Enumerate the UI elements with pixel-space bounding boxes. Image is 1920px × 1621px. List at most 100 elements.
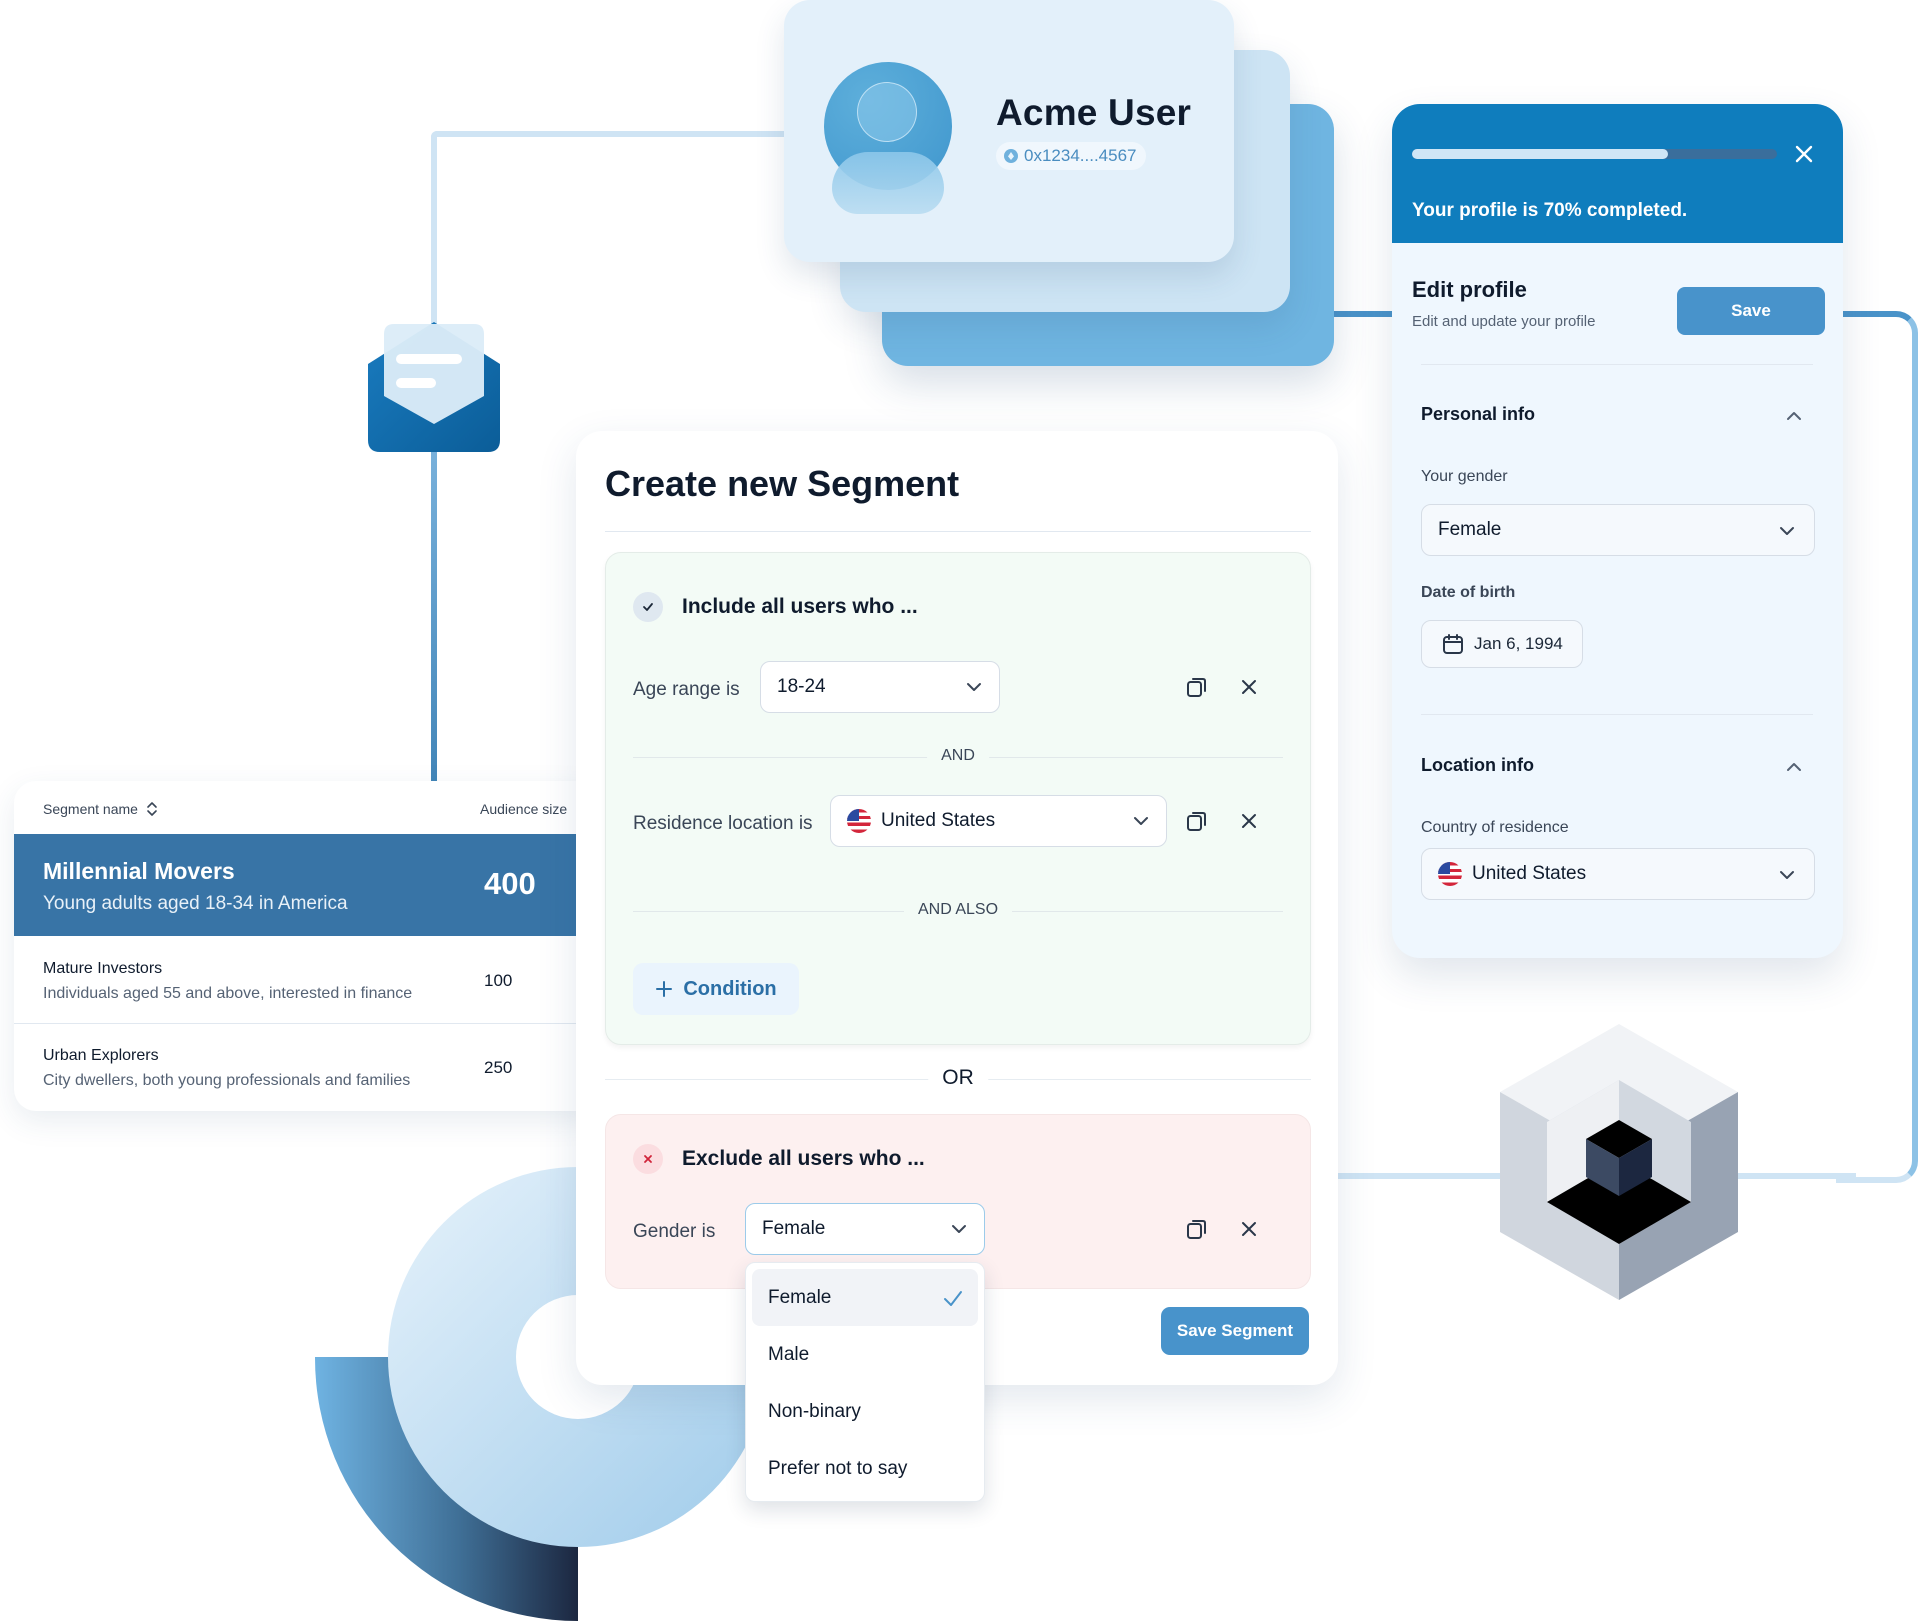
chevron-down-icon	[1780, 527, 1794, 535]
chevron-down-icon	[1134, 817, 1148, 825]
chevron-down-icon	[1780, 871, 1794, 879]
gender-condition-value: Female	[762, 1218, 826, 1239]
location-info-title: Location info	[1421, 755, 1534, 775]
dob-value: Jan 6, 1994	[1474, 634, 1563, 653]
segment-name: Millennial Movers	[43, 858, 235, 884]
segments-table: Segment name Audience size Millennial Mo…	[14, 781, 594, 1111]
user-avatar-icon	[824, 62, 952, 214]
add-condition-button[interactable]: Condition	[633, 963, 799, 1015]
segment-size: 250	[484, 1058, 513, 1077]
or-separator: OR	[605, 1066, 1311, 1090]
save-segment-button[interactable]: Save Segment	[1161, 1307, 1309, 1355]
divider	[1421, 364, 1813, 365]
user-card[interactable]: Acme User 0x1234....4567	[784, 0, 1234, 262]
connector-line	[431, 131, 791, 137]
profile-progress-fill	[1412, 149, 1668, 159]
country-value: United States	[1472, 863, 1587, 884]
condition-label: Residence location is	[633, 813, 813, 834]
segment-description: Individuals aged 55 and above, intereste…	[43, 985, 413, 1002]
chevron-down-icon	[967, 683, 981, 691]
user-name: Acme User	[996, 92, 1192, 133]
column-header-segment-name[interactable]: Segment name	[43, 801, 158, 817]
segment-description: City dwellers, both young professionals …	[43, 1072, 411, 1089]
profile-progress-header: Your profile is 70% completed.	[1392, 104, 1843, 243]
calendar-icon	[1443, 634, 1463, 654]
gender-value: Female	[1438, 519, 1502, 540]
table-row[interactable]: Mature Investors Individuals aged 55 and…	[14, 936, 594, 1022]
connector-line	[1836, 311, 1918, 1183]
dob-label: Date of birth	[1421, 584, 1516, 601]
save-profile-button[interactable]: Save	[1677, 287, 1825, 335]
and-also-separator: AND ALSO	[633, 901, 1283, 919]
add-condition-label: Condition	[683, 977, 777, 1000]
divider	[1421, 714, 1813, 715]
age-range-value: 18-24	[777, 676, 826, 697]
dropdown-option[interactable]: Non-binary	[752, 1383, 978, 1440]
segment-name: Mature Investors	[43, 960, 163, 977]
country-label: Country of residence	[1421, 819, 1569, 836]
residence-location-value: United States	[881, 810, 996, 831]
option-label: Male	[768, 1343, 810, 1365]
and-label: AND	[927, 747, 989, 765]
option-label: Female	[768, 1286, 832, 1308]
column-header-audience-size[interactable]: Audience size	[480, 801, 567, 817]
include-group: Include all users who ... Age range is 1…	[605, 552, 1311, 1045]
connector-line	[1330, 311, 1400, 317]
edit-profile-title: Edit profile	[1412, 277, 1527, 302]
duplicate-icon[interactable]	[1184, 808, 1210, 834]
remove-condition-icon[interactable]	[1236, 674, 1262, 700]
date-of-birth-picker[interactable]: Jan 6, 1994	[1421, 620, 1583, 668]
wallet-address-badge[interactable]: 0x1234....4567	[996, 142, 1147, 170]
residence-location-select[interactable]: United States	[830, 795, 1167, 847]
isometric-cube-graphic	[1500, 1024, 1738, 1300]
open-envelope-icon	[368, 322, 500, 452]
us-flag-icon	[847, 809, 871, 833]
create-segment-card: Create new Segment Include all users who…	[576, 431, 1338, 1385]
segment-size: 400	[484, 866, 536, 901]
condition-label: Age range is	[633, 679, 740, 700]
exclude-x-icon	[633, 1144, 663, 1174]
profile-progress-bar	[1412, 149, 1777, 159]
include-group-title: Include all users who ...	[682, 595, 918, 618]
connector-line	[431, 131, 437, 831]
dropdown-option[interactable]: Prefer not to say	[752, 1440, 978, 1497]
country-select[interactable]: United States	[1421, 848, 1815, 900]
wallet-address: 0x1234....4567	[1024, 146, 1137, 165]
close-icon[interactable]	[1790, 140, 1818, 168]
checkmark-icon	[944, 1291, 962, 1306]
sort-icon	[147, 802, 157, 816]
chevron-up-icon[interactable]	[1784, 757, 1804, 777]
ethereum-icon	[1004, 149, 1018, 163]
gender-dropdown-menu: Female Male Non-binary Prefer not to say	[745, 1262, 985, 1502]
segment-description: Young adults aged 18-34 in America	[43, 893, 348, 914]
segment-name: Urban Explorers	[43, 1047, 159, 1064]
column-header-label: Segment name	[43, 801, 138, 817]
column-header-label: Audience size	[480, 801, 568, 817]
table-row[interactable]: Urban Explorers City dwellers, both youn…	[14, 1023, 594, 1109]
edit-profile-subtitle: Edit and update your profile	[1412, 313, 1596, 330]
age-range-select[interactable]: 18-24	[760, 661, 1000, 713]
table-row-selected[interactable]: Millennial Movers Young adults aged 18-3…	[14, 834, 594, 936]
chevron-up-icon[interactable]	[1784, 406, 1804, 426]
us-flag-icon	[1438, 862, 1462, 886]
dropdown-option[interactable]: Male	[752, 1326, 978, 1383]
gender-select[interactable]: Female	[1421, 504, 1815, 556]
plus-icon	[656, 981, 673, 997]
create-segment-title: Create new Segment	[605, 463, 960, 504]
gender-label: Your gender	[1421, 468, 1508, 485]
or-label: OR	[928, 1066, 988, 1090]
personal-info-title: Personal info	[1421, 404, 1536, 424]
dropdown-option[interactable]: Female	[752, 1269, 978, 1326]
gender-condition-select[interactable]: Female	[745, 1203, 985, 1255]
check-icon	[633, 592, 663, 622]
remove-condition-icon[interactable]	[1236, 808, 1262, 834]
option-label: Non-binary	[768, 1400, 861, 1422]
condition-label: Gender is	[633, 1221, 716, 1242]
remove-condition-icon[interactable]	[1236, 1216, 1262, 1242]
segment-size: 100	[484, 971, 513, 990]
and-also-label: AND ALSO	[903, 901, 1013, 919]
duplicate-icon[interactable]	[1184, 1216, 1210, 1242]
profile-progress-message: Your profile is 70% completed.	[1412, 200, 1688, 221]
duplicate-icon[interactable]	[1184, 674, 1210, 700]
divider	[605, 531, 1311, 532]
